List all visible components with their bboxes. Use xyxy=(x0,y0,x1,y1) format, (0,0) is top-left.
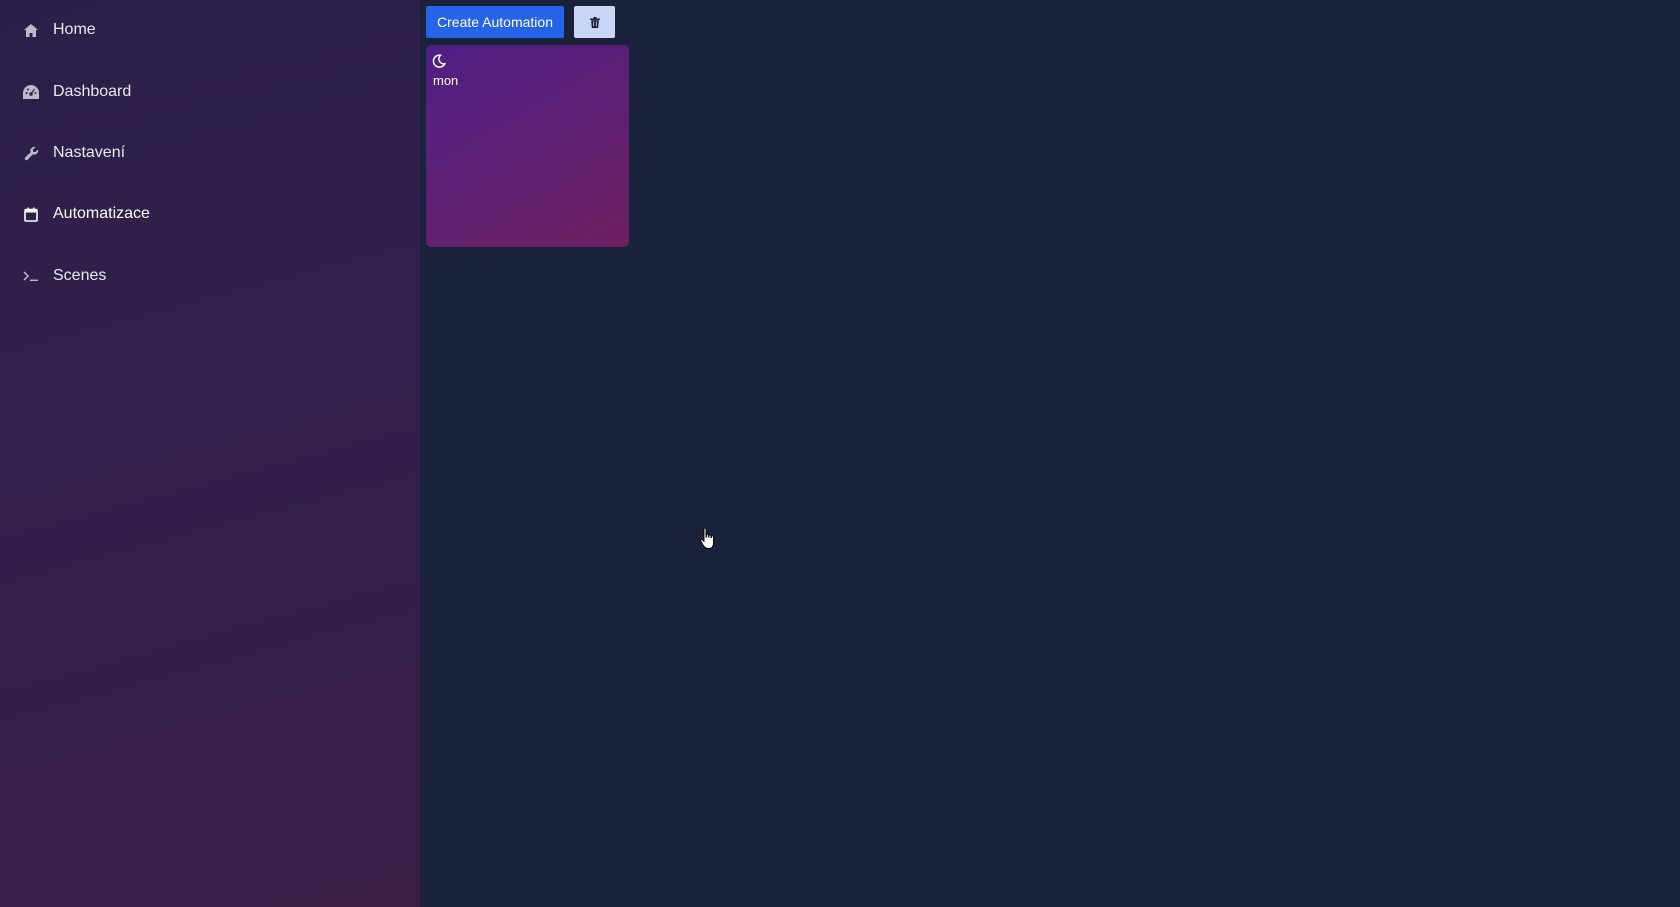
sidebar-item-label: Dashboard xyxy=(53,83,132,100)
sidebar-item-label: Nastavení xyxy=(53,144,126,161)
delete-button[interactable] xyxy=(574,6,615,38)
create-automation-button[interactable]: Create Automation xyxy=(426,6,564,38)
sidebar: Home Dashboard Nastavení Automatizace Sc… xyxy=(0,0,420,907)
trash-icon xyxy=(589,16,600,28)
dashboard-icon xyxy=(22,83,40,101)
calendar-icon xyxy=(22,205,40,223)
terminal-icon xyxy=(22,267,40,285)
automation-card-label: mon xyxy=(433,73,459,88)
sidebar-item-scenes[interactable]: Scenes xyxy=(0,254,420,298)
sidebar-item-label: Automatizace xyxy=(53,205,150,222)
sidebar-item-label: Scenes xyxy=(53,267,107,284)
wrench-icon xyxy=(22,144,40,162)
moon-icon xyxy=(432,54,447,68)
automation-card[interactable]: mon xyxy=(426,45,629,247)
sidebar-item-automatizace[interactable]: Automatizace xyxy=(0,192,420,236)
home-icon xyxy=(22,21,40,39)
pointer-hand-icon xyxy=(700,527,718,551)
sidebar-item-dashboard[interactable]: Dashboard xyxy=(0,70,420,114)
sidebar-item-label: Home xyxy=(53,21,96,38)
sidebar-item-home[interactable]: Home xyxy=(0,8,420,52)
sidebar-item-nastaveni[interactable]: Nastavení xyxy=(0,131,420,175)
